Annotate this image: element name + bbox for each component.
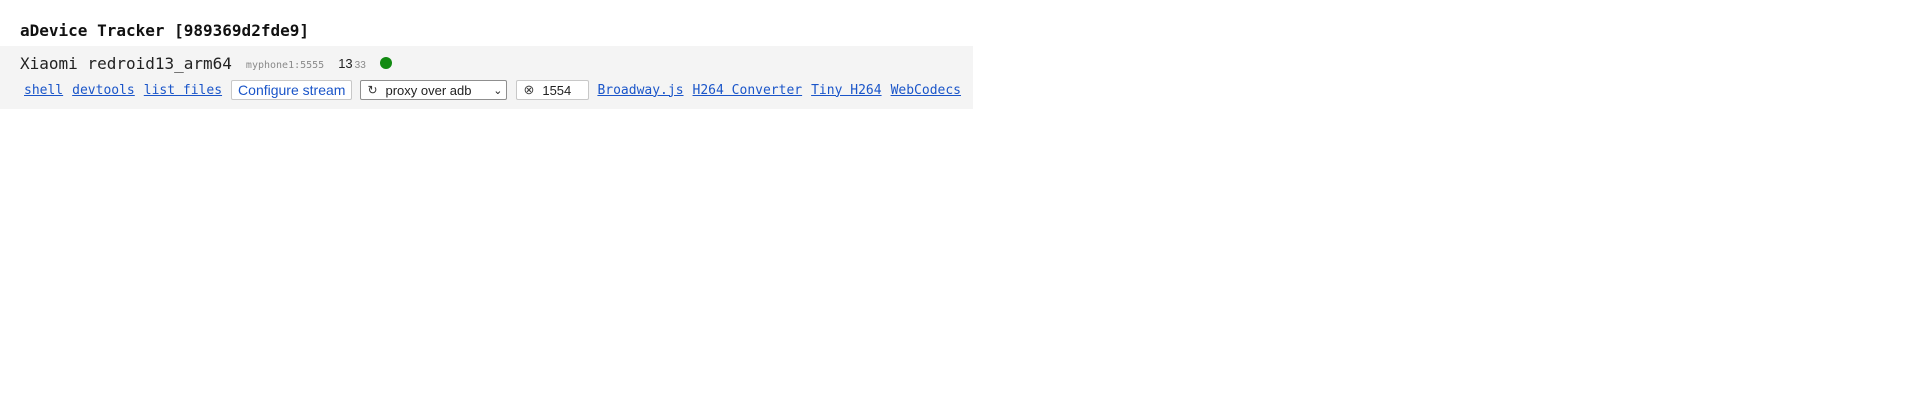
android-version: 13 (338, 55, 353, 71)
status-dot-icon (379, 57, 392, 69)
player-link-webcodecs[interactable]: WebCodecs (891, 83, 961, 98)
device-panel: Xiaomi redroid13_arm64 myphone1:5555 13 … (0, 46, 973, 109)
refresh-icon[interactable]: ↻ (367, 83, 377, 97)
player-link-h264-converter[interactable]: H264 Converter (693, 83, 803, 98)
proxy-select[interactable]: ↻ proxy over adb ⌄ (360, 80, 508, 100)
close-circle-icon[interactable]: ⊗ (523, 82, 534, 98)
chevron-down-icon: ⌄ (493, 84, 503, 97)
port-field[interactable]: ⊗ 1554 (516, 80, 590, 100)
sdk-version: 33 (354, 59, 366, 71)
device-header: Xiaomi redroid13_arm64 myphone1:5555 13 … (20, 53, 392, 73)
actions-row: shell devtools list files Configure stre… (24, 78, 970, 102)
player-link-tiny-h264[interactable]: Tiny H264 (811, 83, 881, 98)
list-files-link[interactable]: list files (144, 83, 222, 98)
configure-stream-button[interactable]: Configure stream (231, 80, 353, 100)
device-serial: myphone1:5555 (245, 59, 325, 71)
player-link-broadway[interactable]: Broadway.js (597, 83, 683, 98)
proxy-select-value: proxy over adb (385, 82, 472, 98)
device-name: Xiaomi redroid13_arm64 (20, 53, 232, 73)
devtools-link[interactable]: devtools (72, 83, 135, 98)
port-value: 1554 (542, 82, 572, 98)
page: aDevice Tracker [989369d2fde9] Xiaomi re… (0, 0, 1919, 411)
shell-link[interactable]: shell (24, 83, 63, 98)
tracker-title: aDevice Tracker [989369d2fde9] (20, 21, 309, 40)
